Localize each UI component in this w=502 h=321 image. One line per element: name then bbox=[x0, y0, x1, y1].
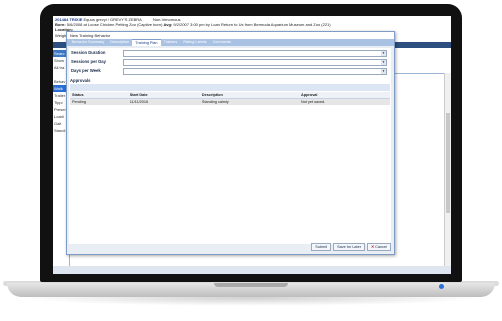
vertical-scrollbar[interactable] bbox=[444, 73, 451, 273]
cell-start-date: 11/11/2016 bbox=[127, 98, 200, 105]
days-per-week-label: Days per Week bbox=[71, 68, 101, 73]
chevron-down-icon[interactable]: ▾ bbox=[381, 51, 386, 56]
tab-rating-labels[interactable]: Rating Labels bbox=[180, 39, 209, 46]
table-row[interactable]: Pending 11/11/2016 Standing calmly Not y… bbox=[70, 98, 390, 105]
tab-description[interactable]: Description bbox=[107, 39, 132, 46]
born-text: 5/6/2008 at Loose Chicken Petting Zoo (C… bbox=[66, 22, 163, 28]
scrollbar-thumb[interactable] bbox=[446, 113, 450, 213]
avg-label: Avg: bbox=[163, 22, 173, 28]
training-plan-panel: Session Duration ▾ Sessions per Day ▾ Da… bbox=[69, 48, 391, 244]
cancel-label: Cancel bbox=[375, 245, 387, 249]
cell-status: Pending bbox=[70, 98, 128, 105]
session-duration-row: Session Duration ▾ bbox=[70, 49, 390, 57]
tab-trainers[interactable]: Trainers bbox=[161, 39, 181, 46]
sessions-per-day-label: Sessions per Day bbox=[71, 59, 106, 64]
power-indicator bbox=[439, 284, 444, 289]
dialog-footer: Submit Save for Later ✕Cancel bbox=[311, 243, 391, 251]
approvals-table: Status Start Date Description Approval P… bbox=[70, 92, 390, 105]
cell-approval: Not yet saved. bbox=[299, 98, 390, 105]
avg-text: 9/2/2007 3:00 pm by Loan Return to Us fr… bbox=[173, 22, 331, 28]
dialog-title: New Training Behavior bbox=[67, 32, 394, 39]
chevron-down-icon[interactable]: ▾ bbox=[381, 60, 386, 65]
sessions-per-day-row: Sessions per Day ▾ bbox=[70, 58, 390, 66]
tab-behavior-summary[interactable]: Behavior Summary bbox=[69, 39, 107, 46]
chevron-down-icon[interactable]: ▾ bbox=[381, 69, 386, 74]
sessions-per-day-select[interactable]: ▾ bbox=[123, 59, 387, 66]
submit-button[interactable]: Submit bbox=[311, 243, 332, 251]
save-for-later-button[interactable]: Save for Later bbox=[333, 243, 365, 251]
bottom-status-strip bbox=[53, 266, 451, 274]
close-icon: ✕ bbox=[370, 245, 375, 249]
session-duration-label: Session Duration bbox=[71, 50, 106, 55]
tab-comments[interactable]: Comments bbox=[210, 39, 234, 46]
days-per-week-select[interactable]: ▾ bbox=[123, 68, 387, 75]
dialog-tab-bar: Behavior Summary Description Training Pl… bbox=[67, 39, 394, 46]
approvals-heading: Approvals bbox=[70, 78, 91, 83]
cancel-button[interactable]: ✕Cancel bbox=[366, 243, 391, 251]
laptop-notch bbox=[214, 283, 288, 287]
tab-training-plan[interactable]: Training Plan bbox=[132, 39, 161, 46]
days-per-week-row: Days per Week ▾ bbox=[70, 67, 390, 75]
approvals-toolbar: InsertEditDelete bbox=[70, 84, 390, 100]
session-duration-select[interactable]: ▾ bbox=[123, 50, 387, 57]
cell-description: Standing calmly bbox=[199, 98, 300, 105]
screen: 201484 TRIXIE Equus grevyi / GREVY'S ZEB… bbox=[53, 16, 451, 274]
new-training-behavior-dialog: New Training Behavior Behavior Summary D… bbox=[66, 31, 395, 255]
